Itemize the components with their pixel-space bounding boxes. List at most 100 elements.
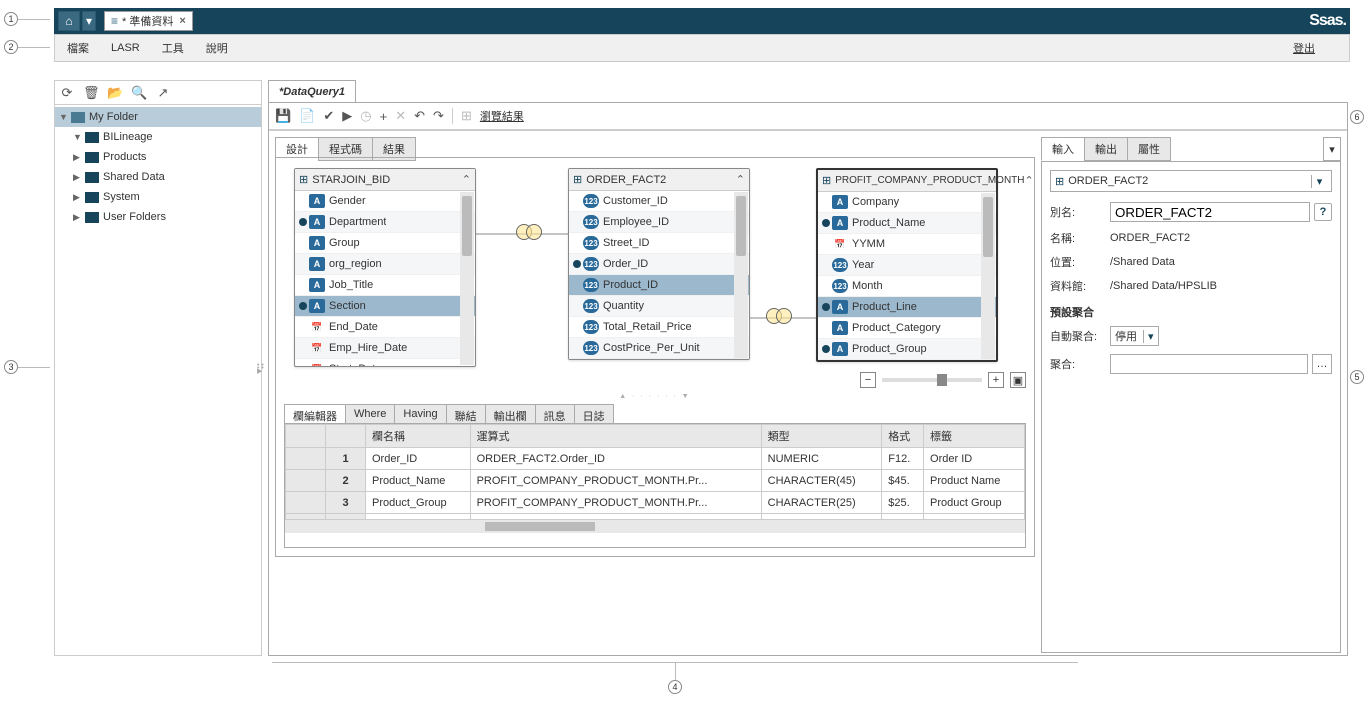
num-type-icon: 123 [583, 341, 599, 355]
menu-file[interactable]: 檔案 [67, 40, 89, 56]
num-type-icon: 123 [583, 236, 599, 250]
sidebar-resize-handle[interactable]: • • • •▶ [257, 348, 265, 388]
field-row[interactable]: ADepartment [295, 212, 475, 233]
tree-item-products[interactable]: ▶ Products [69, 147, 261, 167]
grid-row[interactable]: 1Order_IDORDER_FACT2.Order_IDNUMERICF12.… [286, 448, 1025, 470]
field-row[interactable]: AProduct_Category [818, 318, 996, 339]
scrollbar[interactable] [981, 193, 995, 359]
collapse-icon[interactable]: ⌃ [1025, 174, 1034, 187]
collapse-icon[interactable]: ⌃ [736, 173, 745, 186]
tree-item-userfolders[interactable]: ▶ User Folders [69, 207, 261, 227]
field-row[interactable]: 123Order_ID [569, 254, 749, 275]
logout-link[interactable]: 登出 [1293, 40, 1315, 56]
rtab-input[interactable]: 輸入 [1041, 137, 1085, 161]
field-row[interactable]: 📅Start_Date [295, 359, 475, 366]
main-content: *DataQuery1 💾 📄 ✔ ▶ ◷ + ✕ ↶ ↷ ⊞ 瀏覽結果 設計 … [268, 80, 1348, 656]
field-row[interactable]: 123Customer_ID [569, 191, 749, 212]
field-row[interactable]: 📅End_Date [295, 317, 475, 338]
field-row[interactable]: 123Month [818, 276, 996, 297]
scrollbar[interactable] [734, 192, 748, 358]
zoom-slider[interactable] [882, 378, 982, 382]
zoom-out-button[interactable]: − [860, 372, 876, 388]
field-row[interactable]: 📅YYMM [818, 234, 996, 255]
horizontal-scrollbar[interactable] [285, 519, 1025, 533]
rtab-prop[interactable]: 屬性 [1127, 137, 1171, 161]
expand-icon[interactable]: ▶ [73, 152, 85, 163]
home-dropdown[interactable]: ▾ [82, 11, 96, 31]
dataquery-tab[interactable]: *DataQuery1 [268, 80, 356, 102]
collapse-icon[interactable]: ⌃ [462, 173, 471, 186]
field-row[interactable]: AProduct_Line [818, 297, 996, 318]
grid-row[interactable]: 2Product_NamePROFIT_COMPANY_PRODUCT_MONT… [286, 470, 1025, 492]
expand-icon[interactable]: ▶ [73, 192, 85, 203]
agg-header: 預設聚合 [1050, 304, 1332, 320]
collapse-icon[interactable]: ▼ [73, 132, 85, 142]
home-button[interactable]: ⌂ [58, 11, 80, 31]
add-icon[interactable]: + [380, 109, 388, 124]
collapse-icon[interactable]: ▼ [59, 112, 71, 122]
table-profitcompany[interactable]: ⊞PROFIT_COMPANY_PRODUCT_MONTH⌃ ACompanyA… [816, 168, 998, 362]
export-icon[interactable]: ↗ [155, 85, 171, 101]
agg-input[interactable] [1110, 354, 1308, 374]
browse-button[interactable]: … [1312, 354, 1332, 374]
zoom-in-button[interactable]: + [988, 372, 1004, 388]
tree-item-system[interactable]: ▶ System [69, 187, 261, 207]
field-row[interactable]: Aorg_region [295, 254, 475, 275]
field-row[interactable]: 123Quantity [569, 296, 749, 317]
annotation-1: 1 [4, 12, 20, 28]
delete-icon[interactable]: 🗑 [83, 85, 99, 101]
sidebar-toolbar: ⟳ 🗑 📂 🔍 ↗ [55, 81, 261, 105]
field-row[interactable]: ASection [295, 296, 475, 317]
info-icon[interactable]: ? [1314, 203, 1332, 221]
grid-row[interactable]: 3Product_GroupPROFIT_COMPANY_PRODUCT_MON… [286, 492, 1025, 514]
name-value: ORDER_FACT2 [1110, 232, 1332, 244]
expand-icon[interactable]: ▶ [73, 172, 85, 183]
field-row[interactable]: 📅Emp_Hire_Date [295, 338, 475, 359]
refresh-icon[interactable]: ⟳ [59, 85, 75, 101]
validate-icon[interactable]: ✔ [323, 108, 334, 124]
field-row[interactable]: 123Year [818, 255, 996, 276]
field-row[interactable]: ACompany [818, 192, 996, 213]
field-row[interactable]: AGroup [295, 233, 475, 254]
close-tab-icon[interactable]: × [179, 15, 185, 27]
run-icon[interactable]: ▶ [342, 108, 352, 124]
alias-input[interactable] [1110, 202, 1310, 222]
rtab-output[interactable]: 輸出 [1084, 137, 1128, 161]
table-orderfact2[interactable]: ⊞ORDER_FACT2⌃ 123Customer_ID123Employee_… [568, 168, 750, 360]
table-selector[interactable]: ⊞ ORDER_FACT2 ▾ [1050, 170, 1332, 192]
table-starjoin[interactable]: ⊞STARJOIN_BID⌃ AGenderADepartmentAGroupA… [294, 168, 476, 367]
field-row[interactable]: AJob_Title [295, 275, 475, 296]
search-icon[interactable]: 🔍 [131, 85, 147, 101]
column-grid[interactable]: 欄名稱 運算式 類型 格式 標籤 1Order_IDORDER_FACT2.Or… [285, 424, 1025, 533]
horizontal-divider[interactable]: ▲ · · · · · · ▼ [276, 391, 1034, 401]
field-row[interactable]: AGender [295, 191, 475, 212]
field-row[interactable]: 123Employee_ID [569, 212, 749, 233]
menu-lasr[interactable]: LASR [111, 42, 140, 54]
expand-icon[interactable]: ▶ [73, 212, 85, 223]
field-row[interactable]: AProduct_Name [818, 213, 996, 234]
undo-icon[interactable]: ↶ [414, 108, 425, 124]
field-row[interactable]: AProduct_Group [818, 339, 996, 360]
field-row[interactable]: 123CostPrice_Per_Unit [569, 338, 749, 359]
saveas-icon[interactable]: 📄 [299, 108, 315, 124]
redo-icon[interactable]: ↷ [433, 108, 444, 124]
active-tab[interactable]: ≡ * 準備資料 × [104, 11, 193, 31]
tree-item-bilineage[interactable]: ▼ BILineage [69, 127, 261, 147]
field-row[interactable]: 123Street_ID [569, 233, 749, 254]
join-icon[interactable] [766, 308, 794, 328]
dropdown-icon[interactable]: ▾ [1311, 175, 1327, 188]
field-row[interactable]: 123Product_ID [569, 275, 749, 296]
menu-help[interactable]: 說明 [206, 40, 228, 56]
join-icon[interactable] [516, 224, 544, 244]
menu-tool[interactable]: 工具 [162, 40, 184, 56]
save-icon[interactable]: 💾 [275, 108, 291, 124]
autoagg-select[interactable]: 停用 ▾ [1110, 326, 1159, 346]
field-row[interactable]: 123Total_Retail_Price [569, 317, 749, 338]
browse-results-link[interactable]: 瀏覽結果 [480, 108, 524, 124]
zoom-fit-button[interactable]: ▣ [1010, 372, 1026, 388]
scrollbar[interactable] [460, 192, 474, 365]
tree-item-myfolder[interactable]: ▼ My Folder [55, 107, 261, 127]
rtab-dropdown[interactable]: ▾ [1323, 137, 1341, 161]
open-icon[interactable]: 📂 [107, 85, 123, 101]
tree-item-shareddata[interactable]: ▶ Shared Data [69, 167, 261, 187]
